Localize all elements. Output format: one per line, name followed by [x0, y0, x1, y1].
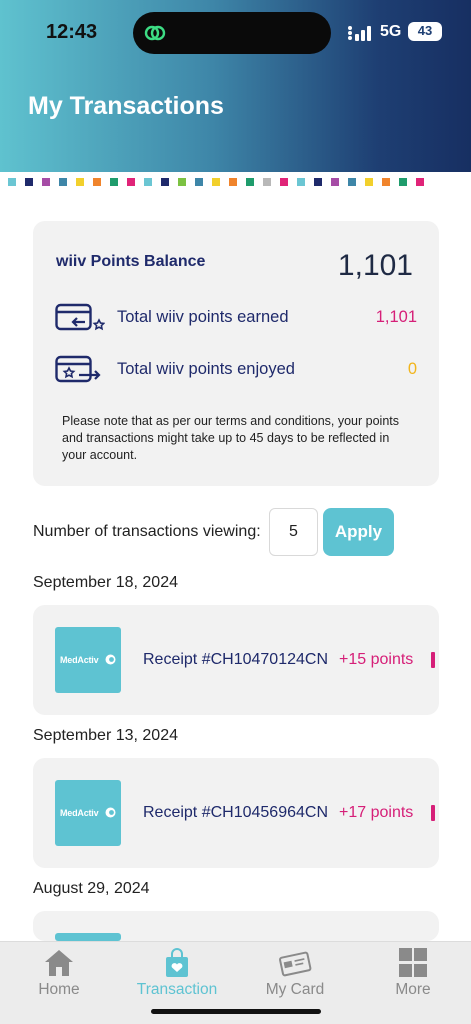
transaction-date: September 13, 2024 — [33, 727, 178, 744]
tab-home-label: Home — [38, 981, 80, 998]
transaction-date: August 29, 2024 — [33, 880, 150, 897]
battery-icon: 43 — [408, 22, 442, 41]
points-balance-card: wiiv Points Balance 1,101 Total wiiv poi… — [33, 221, 439, 486]
tab-more-label: More — [395, 981, 431, 998]
points-enjoyed-label: Total wiiv points enjoyed — [117, 360, 295, 378]
transactions-count-input[interactable]: 5 — [269, 508, 318, 556]
points-earned-value: 1,101 — [375, 308, 417, 326]
points-earned-label: Total wiiv points earned — [117, 308, 289, 326]
brand-dot — [416, 178, 424, 186]
page-title: My Transactions — [28, 92, 224, 120]
status-marker — [431, 805, 435, 821]
brand-dot — [331, 178, 339, 186]
app-activity-icon — [144, 25, 166, 41]
brand-dot — [25, 178, 33, 186]
brand-dot — [382, 178, 390, 186]
brand-dot — [280, 178, 288, 186]
merchant-logo-mark-icon — [105, 807, 116, 818]
brand-dot — [59, 178, 67, 186]
status-time: 12:43 — [46, 21, 98, 43]
dynamic-island — [133, 12, 331, 54]
brand-dot — [8, 178, 16, 186]
merchant-logo — [55, 933, 121, 941]
transaction-card[interactable] — [33, 911, 439, 941]
header: 12:43 5G 43 My Transactions — [0, 0, 471, 172]
apply-button[interactable]: Apply — [323, 508, 394, 556]
transaction-date: September 18, 2024 — [33, 574, 178, 591]
tab-my-card[interactable]: My Card — [236, 948, 354, 1008]
signal-icon — [348, 26, 371, 41]
brand-dot — [76, 178, 84, 186]
grid-icon — [399, 948, 427, 977]
brand-dot — [399, 178, 407, 186]
home-indicator — [151, 1009, 321, 1014]
home-icon — [45, 950, 73, 976]
status-bar: 12:43 5G 43 — [0, 0, 471, 64]
battery-level: 43 — [417, 23, 433, 38]
transactions-count-label: Number of transactions viewing: — [33, 523, 261, 540]
brand-dot — [110, 178, 118, 186]
brand-dot — [178, 178, 186, 186]
transactions-count-control: Number of transactions viewing: 5 Apply — [33, 508, 439, 556]
tab-my-card-label: My Card — [265, 981, 325, 998]
receipt-number: Receipt #CH10470124CN — [143, 651, 328, 668]
terms-note: Please note that as per our terms and co… — [62, 414, 399, 462]
network-type: 5G — [380, 23, 402, 40]
points-enjoyed-row: Total wiiv points enjoyed 0 — [55, 355, 417, 385]
receipt-number: Receipt #CH10456964CN — [143, 804, 328, 821]
card-enjoyed-icon — [55, 355, 101, 383]
transaction-card[interactable]: MedActiv Receipt #CH10470124CN +15 point… — [33, 605, 439, 715]
merchant-logo-text: MedActiv — [60, 808, 99, 818]
points-earned-row: Total wiiv points earned 1,101 — [55, 303, 417, 333]
brand-dot-strip — [8, 178, 468, 186]
points-enjoyed-value: 0 — [407, 360, 417, 378]
brand-dot — [246, 178, 254, 186]
brand-dot — [365, 178, 373, 186]
brand-dot — [93, 178, 101, 186]
points-awarded: +17 points — [339, 804, 414, 821]
brand-dot — [314, 178, 322, 186]
tab-transaction-label: Transaction — [136, 981, 218, 998]
brand-dot — [348, 178, 356, 186]
shopping-bag-icon — [166, 948, 188, 977]
merchant-logo: MedActiv — [55, 780, 121, 846]
merchant-logo-mark-icon — [105, 654, 116, 665]
brand-dot — [144, 178, 152, 186]
brand-dot — [297, 178, 305, 186]
brand-dot — [212, 178, 220, 186]
brand-dot — [42, 178, 50, 186]
merchant-logo: MedActiv — [55, 627, 121, 693]
brand-dot — [127, 178, 135, 186]
brand-dot — [161, 178, 169, 186]
tab-transaction[interactable]: Transaction — [118, 948, 236, 1008]
brand-dot — [263, 178, 271, 186]
card-icon — [279, 951, 312, 977]
brand-dot — [195, 178, 203, 186]
balance-value: 1,101 — [337, 249, 413, 282]
status-marker — [431, 652, 435, 668]
tab-more[interactable]: More — [354, 948, 471, 1008]
transaction-card[interactable]: MedActiv Receipt #CH10456964CN +17 point… — [33, 758, 439, 868]
balance-title: wiiv Points Balance — [56, 253, 206, 270]
brand-dot — [229, 178, 237, 186]
card-earned-icon — [55, 303, 105, 331]
tab-home[interactable]: Home — [0, 948, 118, 1008]
points-awarded: +15 points — [339, 651, 414, 668]
merchant-logo-text: MedActiv — [60, 655, 99, 665]
